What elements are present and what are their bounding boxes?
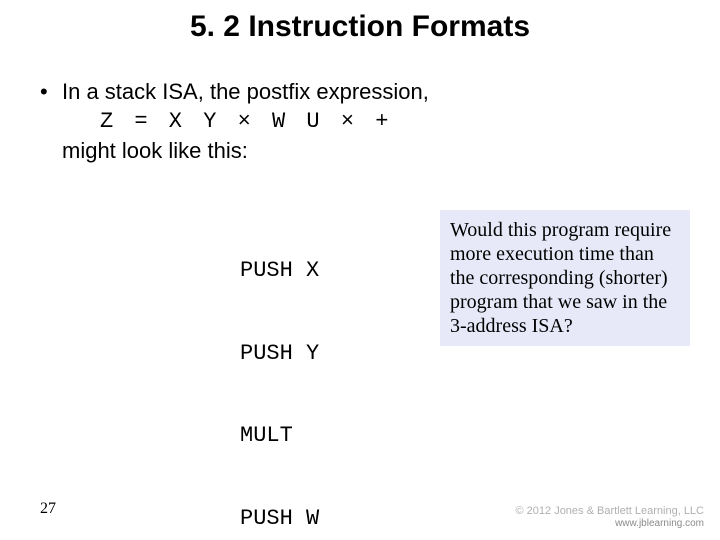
callout-note: Would this program require more executio… bbox=[440, 210, 690, 346]
code-line: MULT bbox=[240, 422, 319, 450]
slide-body: • In a stack ISA, the postfix expression… bbox=[40, 78, 680, 165]
slide: 5. 2 Instruction Formats • In a stack IS… bbox=[0, 0, 720, 540]
bullet-dot: • bbox=[40, 78, 62, 106]
bullet-item: • In a stack ISA, the postfix expression… bbox=[40, 78, 680, 106]
code-line: PUSH X bbox=[240, 257, 319, 285]
postfix-expression: Z = X Y × W U × + bbox=[100, 108, 680, 136]
copyright-line1: © 2012 Jones & Bartlett Learning, LLC bbox=[516, 505, 705, 518]
bullet-text: In a stack ISA, the postfix expression, bbox=[62, 78, 680, 106]
copyright: © 2012 Jones & Bartlett Learning, LLC ww… bbox=[516, 505, 705, 530]
page-number: 27 bbox=[40, 500, 56, 518]
code-line: PUSH Y bbox=[240, 340, 319, 368]
code-block: PUSH X PUSH Y MULT PUSH W PUSH U MULT AD… bbox=[240, 202, 319, 540]
code-line: PUSH W bbox=[240, 505, 319, 533]
copyright-line2: www.jblearning.com bbox=[516, 518, 705, 530]
slide-title: 5. 2 Instruction Formats bbox=[0, 10, 720, 44]
after-text: might look like this: bbox=[62, 137, 680, 165]
